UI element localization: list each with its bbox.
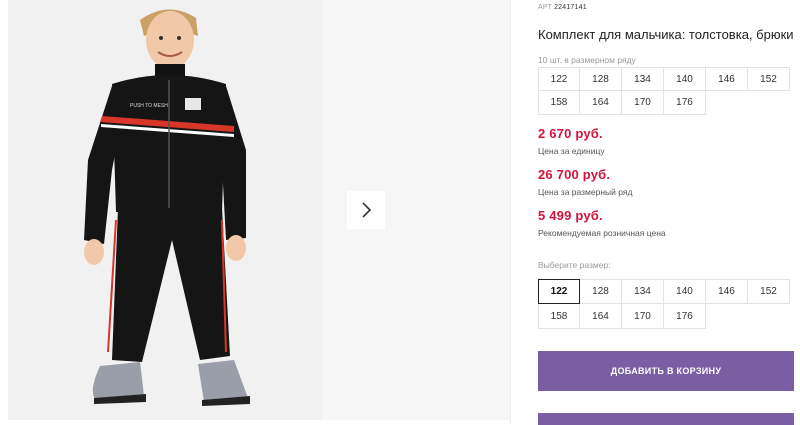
sizes-count-caption: 10 шт. в размерном ряду [538,55,636,65]
size-option[interactable]: 152 [748,279,790,304]
article-label: АРТ [538,4,552,11]
product-title: Комплект для мальчика: толстовка, брюки [538,27,794,42]
size-option[interactable]: 128 [580,279,622,304]
product-photo[interactable]: PUSH TO MESH [8,0,322,420]
size-option[interactable]: 176 [664,304,706,329]
size-selector: 122 128 134 140 146 152 158 164 170 176 [538,279,794,329]
product-info: АРТ 22417141 Комплект для мальчика: толс… [538,0,800,425]
range-price-label: Цена за размерный ряд [538,187,633,197]
gallery-next-button[interactable] [347,191,385,229]
size-range-cell: 128 [580,67,622,91]
size-range-cell: 170 [622,91,664,115]
size-option[interactable]: 170 [622,304,664,329]
unit-price: 2 670 руб. [538,126,603,141]
size-range-cell: 134 [622,67,664,91]
size-range-cell: 152 [748,67,790,91]
retail-price-label: Рекомендуемая розничная цена [538,228,666,238]
size-option[interactable]: 164 [580,304,622,329]
size-option[interactable]: 146 [706,279,748,304]
size-range-cell: 164 [580,91,622,115]
product-gallery: PUSH TO MESH [0,0,510,423]
size-range-cell: 146 [706,67,748,91]
column-divider [510,0,511,423]
size-option[interactable]: 134 [622,279,664,304]
secondary-action-button[interactable] [538,413,794,425]
size-range-cell: 140 [664,67,706,91]
size-range-grid: 122 128 134 140 146 152 158 164 170 176 [538,67,794,115]
chest-print-text: PUSH TO MESH [130,103,168,109]
range-price: 26 700 руб. [538,167,611,182]
size-option[interactable]: 158 [538,304,580,329]
size-option-selected[interactable]: 122 [538,279,580,304]
chevron-right-icon [362,202,372,218]
size-range-cell: 158 [538,91,580,115]
article-value: 22417141 [554,4,587,11]
retail-price: 5 499 руб. [538,208,603,223]
size-option[interactable]: 140 [664,279,706,304]
boy-illustration: PUSH TO MESH [8,0,322,420]
choose-size-label: Выберите размер: [538,260,611,270]
unit-price-label: Цена за единицу [538,146,605,156]
add-to-cart-button[interactable]: ДОБАВИТЬ В КОРЗИНУ [538,351,794,391]
size-range-cell: 176 [664,91,706,115]
size-range-cell: 122 [538,67,580,91]
article-number: АРТ 22417141 [538,4,587,11]
